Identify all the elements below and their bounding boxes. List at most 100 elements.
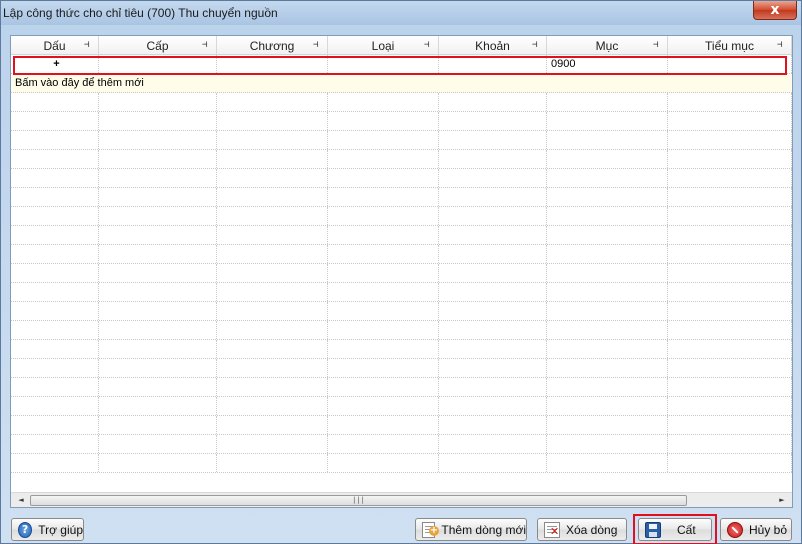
- empty-cell[interactable]: [99, 359, 217, 377]
- empty-cell[interactable]: [11, 207, 99, 225]
- empty-cell[interactable]: [328, 416, 439, 434]
- horizontal-scrollbar[interactable]: ◄ ||| ►: [11, 492, 792, 507]
- empty-cell[interactable]: [11, 131, 99, 149]
- empty-row[interactable]: [11, 283, 792, 302]
- empty-cell[interactable]: [439, 264, 547, 282]
- empty-cell[interactable]: [11, 93, 99, 111]
- empty-cell[interactable]: [439, 112, 547, 130]
- empty-cell[interactable]: [439, 454, 547, 472]
- empty-cell[interactable]: [547, 131, 668, 149]
- empty-cell[interactable]: [11, 454, 99, 472]
- empty-cell[interactable]: [668, 454, 792, 472]
- help-button[interactable]: ? Trợ giúp: [11, 518, 84, 541]
- cell-khoan[interactable]: [439, 55, 547, 73]
- empty-row[interactable]: [11, 112, 792, 131]
- empty-cell[interactable]: [99, 454, 217, 472]
- empty-cell[interactable]: [668, 435, 792, 453]
- empty-cell[interactable]: [547, 454, 668, 472]
- empty-cell[interactable]: [328, 226, 439, 244]
- empty-cell[interactable]: [99, 226, 217, 244]
- empty-row[interactable]: [11, 340, 792, 359]
- empty-cell[interactable]: [668, 131, 792, 149]
- cell-chuong[interactable]: [217, 55, 328, 73]
- empty-cell[interactable]: [668, 340, 792, 358]
- empty-cell[interactable]: [217, 264, 328, 282]
- empty-cell[interactable]: [439, 131, 547, 149]
- empty-cell[interactable]: [217, 378, 328, 396]
- empty-row[interactable]: [11, 169, 792, 188]
- empty-row[interactable]: [11, 397, 792, 416]
- empty-cell[interactable]: [547, 397, 668, 415]
- empty-cell[interactable]: [439, 226, 547, 244]
- scrollbar-thumb[interactable]: |||: [30, 495, 687, 506]
- empty-cell[interactable]: [11, 302, 99, 320]
- empty-cell[interactable]: [99, 150, 217, 168]
- empty-cell[interactable]: [439, 207, 547, 225]
- empty-cell[interactable]: [217, 454, 328, 472]
- empty-cell[interactable]: [328, 169, 439, 187]
- empty-cell[interactable]: [328, 207, 439, 225]
- empty-cell[interactable]: [328, 454, 439, 472]
- empty-cell[interactable]: [439, 321, 547, 339]
- empty-cell[interactable]: [328, 397, 439, 415]
- empty-cell[interactable]: [439, 283, 547, 301]
- empty-cell[interactable]: [547, 321, 668, 339]
- empty-cell[interactable]: [439, 150, 547, 168]
- column-header-cap[interactable]: Cấp ⊣: [99, 36, 217, 55]
- pin-icon[interactable]: ⊣: [777, 41, 787, 50]
- empty-cell[interactable]: [439, 340, 547, 358]
- empty-cell[interactable]: [668, 378, 792, 396]
- empty-cell[interactable]: [99, 340, 217, 358]
- empty-cell[interactable]: [99, 283, 217, 301]
- empty-cell[interactable]: [99, 264, 217, 282]
- empty-cell[interactable]: [547, 93, 668, 111]
- cell-loai[interactable]: [328, 55, 439, 73]
- pin-icon[interactable]: ⊣: [532, 41, 542, 50]
- empty-cell[interactable]: [99, 245, 217, 263]
- pin-icon[interactable]: ⊣: [424, 41, 434, 50]
- empty-cell[interactable]: [328, 283, 439, 301]
- empty-cell[interactable]: [217, 245, 328, 263]
- empty-cell[interactable]: [668, 264, 792, 282]
- empty-cell[interactable]: [217, 93, 328, 111]
- empty-cell[interactable]: [99, 378, 217, 396]
- empty-cell[interactable]: [217, 302, 328, 320]
- empty-cell[interactable]: [547, 112, 668, 130]
- empty-cell[interactable]: [668, 302, 792, 320]
- empty-row[interactable]: [11, 245, 792, 264]
- empty-cell[interactable]: [217, 359, 328, 377]
- empty-cell[interactable]: [217, 226, 328, 244]
- empty-cell[interactable]: [328, 435, 439, 453]
- empty-cell[interactable]: [668, 359, 792, 377]
- empty-cell[interactable]: [668, 226, 792, 244]
- empty-cell[interactable]: [668, 93, 792, 111]
- empty-cell[interactable]: [99, 169, 217, 187]
- empty-cell[interactable]: [11, 169, 99, 187]
- empty-row[interactable]: [11, 226, 792, 245]
- empty-cell[interactable]: [217, 112, 328, 130]
- empty-cell[interactable]: [328, 340, 439, 358]
- empty-cell[interactable]: [439, 169, 547, 187]
- empty-cell[interactable]: [217, 169, 328, 187]
- empty-cell[interactable]: [217, 207, 328, 225]
- empty-cell[interactable]: [668, 188, 792, 206]
- column-header-muc[interactable]: Mục ⊣: [547, 36, 668, 55]
- empty-cell[interactable]: [668, 112, 792, 130]
- empty-cell[interactable]: [439, 435, 547, 453]
- empty-cell[interactable]: [547, 302, 668, 320]
- empty-cell[interactable]: [217, 150, 328, 168]
- empty-row[interactable]: [11, 93, 792, 112]
- empty-cell[interactable]: [668, 245, 792, 263]
- empty-cell[interactable]: [439, 359, 547, 377]
- empty-cell[interactable]: [668, 150, 792, 168]
- empty-row[interactable]: [11, 264, 792, 283]
- empty-cell[interactable]: [99, 416, 217, 434]
- empty-cell[interactable]: [547, 245, 668, 263]
- empty-cell[interactable]: [11, 378, 99, 396]
- empty-cell[interactable]: [328, 359, 439, 377]
- empty-cell[interactable]: [217, 283, 328, 301]
- scroll-left-icon[interactable]: ◄: [13, 494, 29, 507]
- scroll-right-icon[interactable]: ►: [774, 494, 790, 507]
- empty-cell[interactable]: [547, 188, 668, 206]
- empty-cell[interactable]: [328, 378, 439, 396]
